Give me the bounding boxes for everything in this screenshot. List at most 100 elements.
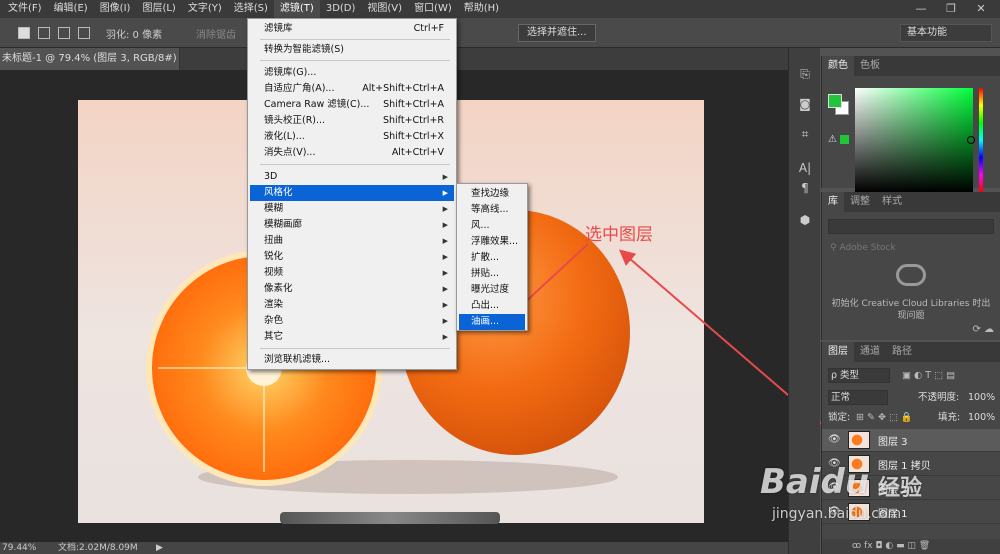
tab-layers[interactable]: 图层 bbox=[822, 342, 854, 362]
library-search-input[interactable]: ⚲ Adobe Stock bbox=[828, 241, 994, 256]
layer-name: 图层 3 bbox=[878, 437, 908, 448]
watermark-brand-cn: 经验 bbox=[878, 476, 923, 501]
layers-footer-icons[interactable]: ꝏ fx ◘ ◐ ▬ ◫ 🗑 bbox=[822, 539, 1000, 554]
document-title: 未标题-1 @ 79.4% (图层 3, RGB/8#) * bbox=[2, 53, 180, 64]
menu-3d[interactable]: 3D(D) bbox=[320, 0, 362, 18]
submenu-item-emboss[interactable]: 浮雕效果... bbox=[459, 234, 525, 250]
properties-icon[interactable]: ◙ bbox=[797, 96, 813, 112]
watermark-brand: Baidu bbox=[760, 462, 870, 502]
menu-item-render[interactable]: 渲染 ▶ bbox=[250, 297, 454, 313]
lock-icons[interactable]: ⊞ ✎ ✥ ⬚ 🔒 bbox=[856, 410, 913, 426]
3d-icon[interactable]: ⬢ bbox=[797, 212, 813, 228]
submenu-item-extrude[interactable]: 凸出... bbox=[459, 298, 525, 314]
character-icon[interactable]: A| bbox=[797, 160, 813, 176]
menu-item-video[interactable]: 视频 ▶ bbox=[250, 265, 454, 281]
menu-item-blur[interactable]: 模糊 ▶ bbox=[250, 201, 454, 217]
submenu-item-contour[interactable]: 等高线... bbox=[459, 202, 525, 218]
menu-item-convert-smart[interactable]: 转换为智能滤镜(S) bbox=[250, 42, 454, 58]
layers-panel-tabs: 图层 通道 路径 bbox=[822, 342, 1000, 362]
submenu-item-wind[interactable]: 风... bbox=[459, 218, 525, 234]
menu-item-lens-correction[interactable]: 镜头校正(R)... Shift+Ctrl+R bbox=[250, 113, 454, 129]
menu-item-blur-gallery[interactable]: 模糊画廊 ▶ bbox=[250, 217, 454, 233]
opacity-label: 不透明度: bbox=[918, 392, 960, 403]
menu-item-browse-online[interactable]: 浏览联机滤镜... bbox=[250, 352, 454, 368]
new-selection-icon[interactable] bbox=[18, 27, 30, 39]
menu-image[interactable]: 图像(I) bbox=[94, 0, 137, 18]
minimize-button[interactable]: — bbox=[906, 0, 936, 18]
select-and-mask-button[interactable]: 选择并遮住... bbox=[518, 24, 596, 42]
library-select[interactable] bbox=[828, 219, 994, 234]
library-error-message: 初始化 Creative Cloud Libraries 时出现问题 bbox=[831, 299, 991, 321]
foreground-color-swatch[interactable] bbox=[828, 94, 842, 108]
submenu-item-diffuse[interactable]: 扩散... bbox=[459, 250, 525, 266]
blend-mode-select[interactable]: 正常 bbox=[828, 390, 888, 405]
menu-file[interactable]: 文件(F) bbox=[2, 0, 48, 18]
layer-kind-filter[interactable]: ρ 类型 bbox=[828, 368, 890, 383]
close-button[interactable]: ✕ bbox=[966, 0, 996, 18]
fill-value[interactable]: 100% bbox=[968, 410, 995, 426]
subtract-selection-icon[interactable] bbox=[58, 27, 70, 39]
paragraph-icon[interactable]: ¶ bbox=[797, 180, 813, 196]
libraries-panel: 库 调整 样式 ⚲ Adobe Stock 初始化 Creative Cloud… bbox=[821, 192, 1000, 340]
menu-help[interactable]: 帮助(H) bbox=[458, 0, 505, 18]
tab-paths[interactable]: 路径 bbox=[886, 342, 918, 362]
menu-item-stylize[interactable]: 风格化 ▶ bbox=[250, 185, 454, 201]
color-picker-field[interactable] bbox=[855, 88, 975, 192]
menu-edit[interactable]: 编辑(E) bbox=[48, 0, 94, 18]
library-panel-tabs: 库 调整 样式 bbox=[822, 192, 1000, 212]
menu-layer[interactable]: 图层(L) bbox=[136, 0, 181, 18]
menu-item-filter-gallery-last[interactable]: 滤镜库 Ctrl+F bbox=[250, 21, 454, 37]
menu-item-liquify[interactable]: 液化(L)... Shift+Ctrl+X bbox=[250, 129, 454, 145]
menu-item-noise[interactable]: 杂色 ▶ bbox=[250, 313, 454, 329]
menu-item-vanishing-point[interactable]: 消失点(V)... Alt+Ctrl+V bbox=[250, 145, 454, 161]
history-icon[interactable]: ⎘ bbox=[797, 66, 813, 82]
picker-cursor[interactable] bbox=[967, 136, 975, 144]
menu-item-other[interactable]: 其它 ▶ bbox=[250, 329, 454, 345]
zoom-level[interactable]: 79.44% bbox=[2, 542, 36, 554]
menu-window[interactable]: 窗口(W) bbox=[408, 0, 458, 18]
antialias-checkbox[interactable]: 消除锯齿 bbox=[196, 26, 236, 41]
feather-field[interactable]: 羽化: 0 像素 bbox=[106, 26, 162, 41]
menu-select[interactable]: 选择(S) bbox=[228, 0, 274, 18]
tab-styles[interactable]: 样式 bbox=[876, 192, 908, 212]
stylize-submenu: 查找边缘 等高线... 风... 浮雕效果... 扩散... 拼贴... 曝光过… bbox=[456, 183, 528, 331]
submenu-item-find-edges[interactable]: 查找边缘 bbox=[459, 186, 525, 202]
menu-filter[interactable]: 滤镜(T) bbox=[273, 0, 320, 18]
hue-slider[interactable] bbox=[979, 88, 983, 192]
menu-item-sharpen[interactable]: 锐化 ▶ bbox=[250, 249, 454, 265]
workspace-select[interactable]: 基本功能 bbox=[900, 24, 992, 42]
library-footer-icons[interactable]: ⟳ ☁ bbox=[972, 324, 994, 335]
brush-settings-icon[interactable]: ⌗ bbox=[797, 126, 813, 142]
tab-adjustments[interactable]: 调整 bbox=[844, 192, 876, 212]
tab-swatches[interactable]: 色板 bbox=[854, 56, 886, 76]
menu-item-filter-gallery[interactable]: 滤镜库(G)... bbox=[250, 65, 454, 81]
restore-button[interactable]: ❐ bbox=[936, 0, 966, 18]
layer-filter-icons[interactable]: ▣ ◐ T ⬚ ▤ bbox=[902, 368, 1000, 384]
submenu-item-tiles[interactable]: 拼贴... bbox=[459, 266, 525, 282]
layer-row[interactable]: 👁 图层 3 bbox=[822, 429, 1000, 452]
gamut-color-swatch[interactable] bbox=[840, 135, 849, 144]
add-selection-icon[interactable] bbox=[38, 27, 50, 39]
menu-item-pixelate[interactable]: 像素化 ▶ bbox=[250, 281, 454, 297]
tab-libraries[interactable]: 库 bbox=[822, 192, 844, 212]
tab-channels[interactable]: 通道 bbox=[854, 342, 886, 362]
submenu-item-oil-paint[interactable]: 油画... bbox=[459, 314, 525, 330]
color-panel: 颜色 色板 ⚠ bbox=[821, 56, 1000, 192]
opacity-value[interactable]: 100% bbox=[968, 390, 995, 406]
menu-item-distort[interactable]: 扭曲 ▶ bbox=[250, 233, 454, 249]
gamut-warning-icon: ⚠ bbox=[828, 134, 837, 145]
blurred-region bbox=[280, 512, 500, 524]
document-tab[interactable]: 未标题-1 @ 79.4% (图层 3, RGB/8#) *× bbox=[0, 48, 180, 70]
menu-view[interactable]: 视图(V) bbox=[361, 0, 408, 18]
eye-icon[interactable]: 👁 bbox=[828, 434, 841, 445]
menu-type[interactable]: 文字(Y) bbox=[182, 0, 228, 18]
status-arrow-icon[interactable]: ▶ bbox=[156, 542, 163, 554]
menu-item-3d[interactable]: 3D ▶ bbox=[250, 169, 454, 185]
intersect-selection-icon[interactable] bbox=[78, 27, 90, 39]
menu-separator bbox=[260, 60, 450, 61]
menu-item-camera-raw[interactable]: Camera Raw 滤镜(C)... Shift+Ctrl+A bbox=[250, 97, 454, 113]
status-bar: 79.44% 文档:2.02M/8.09M ▶ bbox=[0, 542, 788, 554]
menu-item-adaptive-wide[interactable]: 自适应广角(A)... Alt+Shift+Ctrl+A bbox=[250, 81, 454, 97]
tab-color[interactable]: 颜色 bbox=[822, 56, 854, 76]
submenu-item-solarize[interactable]: 曝光过度 bbox=[459, 282, 525, 298]
